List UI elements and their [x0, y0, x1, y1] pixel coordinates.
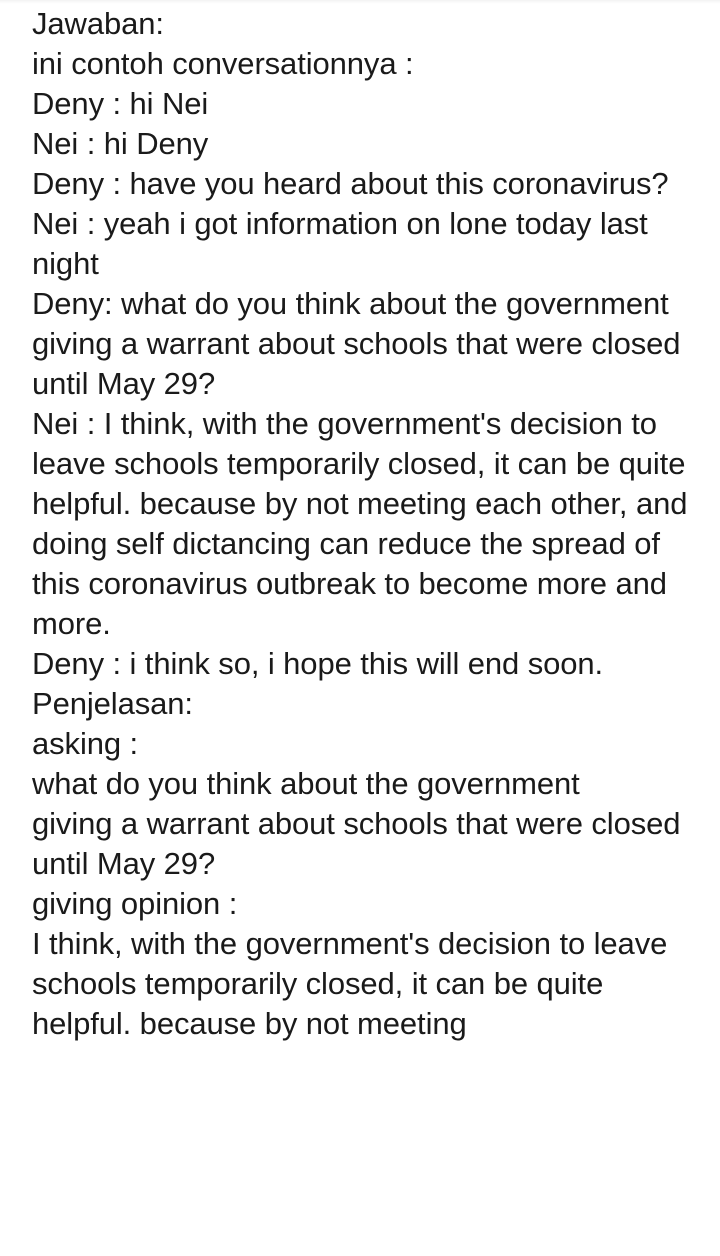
intro-line: ini contoh conversationnya :	[32, 46, 414, 81]
asking-text-line-1: what do you think about the government	[32, 766, 580, 801]
explanation-heading: Penjelasan:	[32, 686, 193, 721]
opinion-text: I think, with the government's decision …	[32, 926, 676, 1041]
conversation-line-9: Deny : i think so, i hope this will end …	[32, 646, 604, 681]
conversation-line-8: Nei : I think, with the government's dec…	[32, 406, 696, 641]
answer-text-block: Jawaban: ini contoh conversationnya : De…	[32, 4, 692, 1044]
conversation-line-4: Nei : yeah i got information on lone tod…	[32, 206, 648, 241]
asking-label: asking :	[32, 726, 139, 761]
answer-heading: Jawaban:	[32, 6, 164, 41]
conversation-line-7: giving a warrant about schools that were…	[32, 326, 689, 401]
asking-text-line-2: giving a warrant about schools that were…	[32, 806, 689, 881]
conversation-line-1: Deny : hi Nei	[32, 86, 209, 121]
conversation-line-5: night	[32, 246, 99, 281]
conversation-line-2: Nei : hi Deny	[32, 126, 209, 161]
conversation-line-6: Deny: what do you think about the govern…	[32, 286, 669, 321]
conversation-line-3: Deny : have you heard about this coronav…	[32, 166, 669, 201]
opinion-label: giving opinion :	[32, 886, 238, 921]
